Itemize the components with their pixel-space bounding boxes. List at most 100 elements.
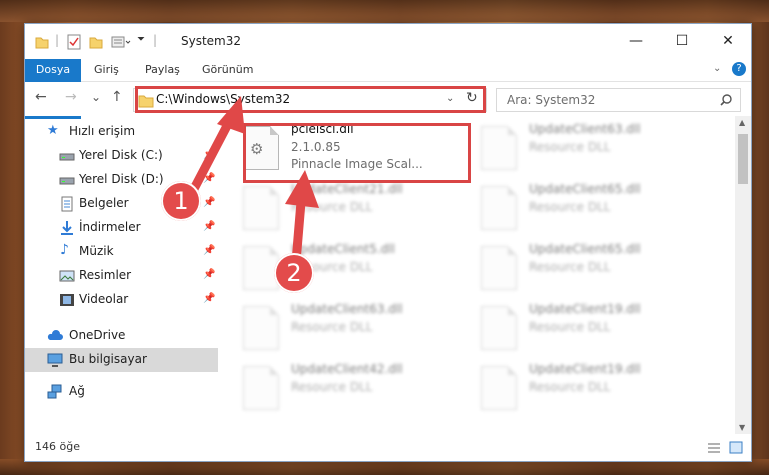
tab-share[interactable]: Paylaş — [145, 59, 180, 81]
network-icon — [47, 384, 62, 399]
maximize-button[interactable]: ☐ — [659, 24, 705, 57]
search-icon — [720, 94, 732, 106]
scroll-down-icon[interactable]: ▼ — [739, 423, 745, 432]
dll-file-icon — [481, 306, 517, 350]
recent-locations-button[interactable]: ⌄ — [91, 90, 101, 104]
folder-icon — [35, 37, 49, 49]
file-explorer-window: | ⏷ | System32 — ☐ ✕ Dosya Giriş Paylaş … — [24, 23, 752, 462]
file-item[interactable]: UpdateClient19.dll Resource DLL — [475, 360, 695, 420]
file-item[interactable]: UpdateClient5.dll Resource DLL — [237, 240, 457, 300]
sidebar-item-label: OneDrive — [69, 328, 126, 342]
sidebar-item-label: Yerel Disk (D:) — [79, 172, 164, 186]
file-type: Resource DLL — [291, 320, 373, 334]
file-type: Resource DLL — [529, 260, 611, 274]
sidebar-item-label: Videolar — [79, 292, 129, 306]
close-button[interactable]: ✕ — [705, 24, 751, 57]
search-placeholder: Ara: System32 — [507, 93, 596, 107]
sidebar-item-videos[interactable]: Videolar 📌 — [25, 288, 218, 312]
music-icon: ♪ — [60, 242, 69, 258]
download-icon — [61, 221, 73, 235]
documents-icon — [61, 196, 73, 212]
step2-badge: 2 — [274, 253, 314, 293]
dll-file-icon — [481, 186, 517, 230]
file-type: Resource DLL — [291, 380, 373, 394]
properties-icon[interactable] — [67, 34, 81, 50]
step1-badge: 1 — [161, 181, 201, 221]
sidebar-item-downloads[interactable]: İndirmeler 📌 — [25, 216, 218, 240]
file-type: Resource DLL — [529, 320, 611, 334]
file-item[interactable]: UpdateClient21.dll Resource DLL — [237, 180, 457, 240]
file-name: UpdateClient63.dll — [529, 122, 641, 136]
file-name: UpdateClient65.dll — [529, 182, 641, 196]
dll-file-icon — [481, 126, 517, 170]
dll-file-icon — [243, 306, 279, 350]
customize-toolbar-icon[interactable] — [111, 34, 131, 50]
sidebar-item-label: Yerel Disk (C:) — [79, 148, 163, 162]
sidebar-item-label: Bu bilgisayar — [69, 352, 147, 366]
file-name: UpdateClient42.dll — [291, 362, 403, 376]
drive-icon — [59, 153, 75, 161]
file-name: UpdateClient19.dll — [529, 362, 641, 376]
computer-icon — [47, 353, 63, 367]
file-item[interactable]: UpdateClient19.dll Resource DLL — [475, 300, 695, 360]
file-type: Resource DLL — [529, 200, 611, 214]
help-icon[interactable]: ? — [732, 62, 746, 76]
new-folder-icon[interactable] — [89, 34, 103, 50]
chevron-down-icon[interactable]: ⏷ — [137, 34, 145, 50]
sidebar-item-label: Müzik — [79, 244, 114, 258]
details-view-icon[interactable] — [707, 442, 721, 454]
background-bark-top — [0, 0, 769, 22]
separator: | — [153, 33, 158, 47]
file-item[interactable]: UpdateClient63.dll Resource DLL — [475, 120, 695, 180]
ribbon-tabs: Dosya Giriş Paylaş Görünüm ⌄ ? — [25, 59, 751, 119]
sidebar-item-this-pc[interactable]: Bu bilgisayar — [25, 348, 218, 372]
file-name: UpdateClient65.dll — [529, 242, 641, 256]
sidebar-item-pictures[interactable]: Resimler 📌 — [25, 264, 218, 288]
up-button[interactable]: ↑ — [111, 89, 123, 105]
pin-icon: 📌 — [203, 293, 216, 304]
file-type: Resource DLL — [529, 140, 611, 154]
forward-button[interactable]: → — [65, 89, 77, 105]
sidebar-item-label: Ağ — [69, 384, 85, 398]
minimize-button[interactable]: — — [613, 24, 659, 57]
search-input[interactable]: Ara: System32 — [496, 88, 741, 112]
pin-icon: 📌 — [203, 245, 216, 256]
dll-file-icon — [481, 246, 517, 290]
sidebar-item-music[interactable]: ♪ Müzik 📌 — [25, 240, 218, 264]
pin-icon: 📌 — [203, 269, 216, 280]
ribbon-expand-icon[interactable]: ⌄ — [713, 63, 721, 74]
dll-file-icon — [481, 366, 517, 410]
file-item[interactable]: UpdateClient65.dll Resource DLL — [475, 240, 695, 300]
back-button[interactable]: ← — [35, 89, 47, 105]
file-name: UpdateClient19.dll — [529, 302, 641, 316]
item-count: 146 öğe — [35, 440, 80, 453]
sidebar-item-label: İndirmeler — [79, 220, 141, 234]
file-item[interactable]: UpdateClient42.dll Resource DLL — [237, 360, 457, 420]
cloud-icon — [47, 330, 63, 340]
tab-home[interactable]: Giriş — [94, 59, 119, 81]
sidebar-item-label: Belgeler — [79, 196, 129, 210]
file-item[interactable]: UpdateClient65.dll Resource DLL — [475, 180, 695, 240]
dll-file-icon — [243, 366, 279, 410]
pictures-icon — [59, 270, 75, 282]
window-title: System32 — [181, 34, 242, 48]
status-bar: 146 öğe — [25, 436, 751, 460]
drive-icon — [59, 177, 75, 185]
file-name: UpdateClient63.dll — [291, 302, 403, 316]
separator: | — [55, 33, 60, 47]
sidebar-item-network[interactable]: Ağ — [25, 380, 218, 404]
large-icons-view-icon[interactable] — [729, 441, 743, 454]
pin-icon: 📌 — [203, 221, 216, 232]
title-bar: | ⏷ | System32 — ☐ ✕ — [25, 24, 751, 59]
video-icon — [60, 294, 74, 306]
file-item[interactable]: UpdateClient63.dll Resource DLL — [237, 300, 457, 360]
scrollbar-thumb[interactable] — [738, 134, 748, 184]
scroll-up-icon[interactable]: ▲ — [739, 118, 745, 127]
file-type: Resource DLL — [529, 380, 611, 394]
sidebar-item-onedrive[interactable]: OneDrive — [25, 324, 218, 348]
tab-view[interactable]: Görünüm — [202, 59, 253, 81]
vertical-scrollbar[interactable]: ▲ ▼ — [735, 116, 751, 434]
star-icon: ★ — [47, 123, 59, 138]
sidebar-item-label: Hızlı erişim — [69, 124, 136, 138]
sidebar-item-label: Resimler — [79, 268, 132, 282]
